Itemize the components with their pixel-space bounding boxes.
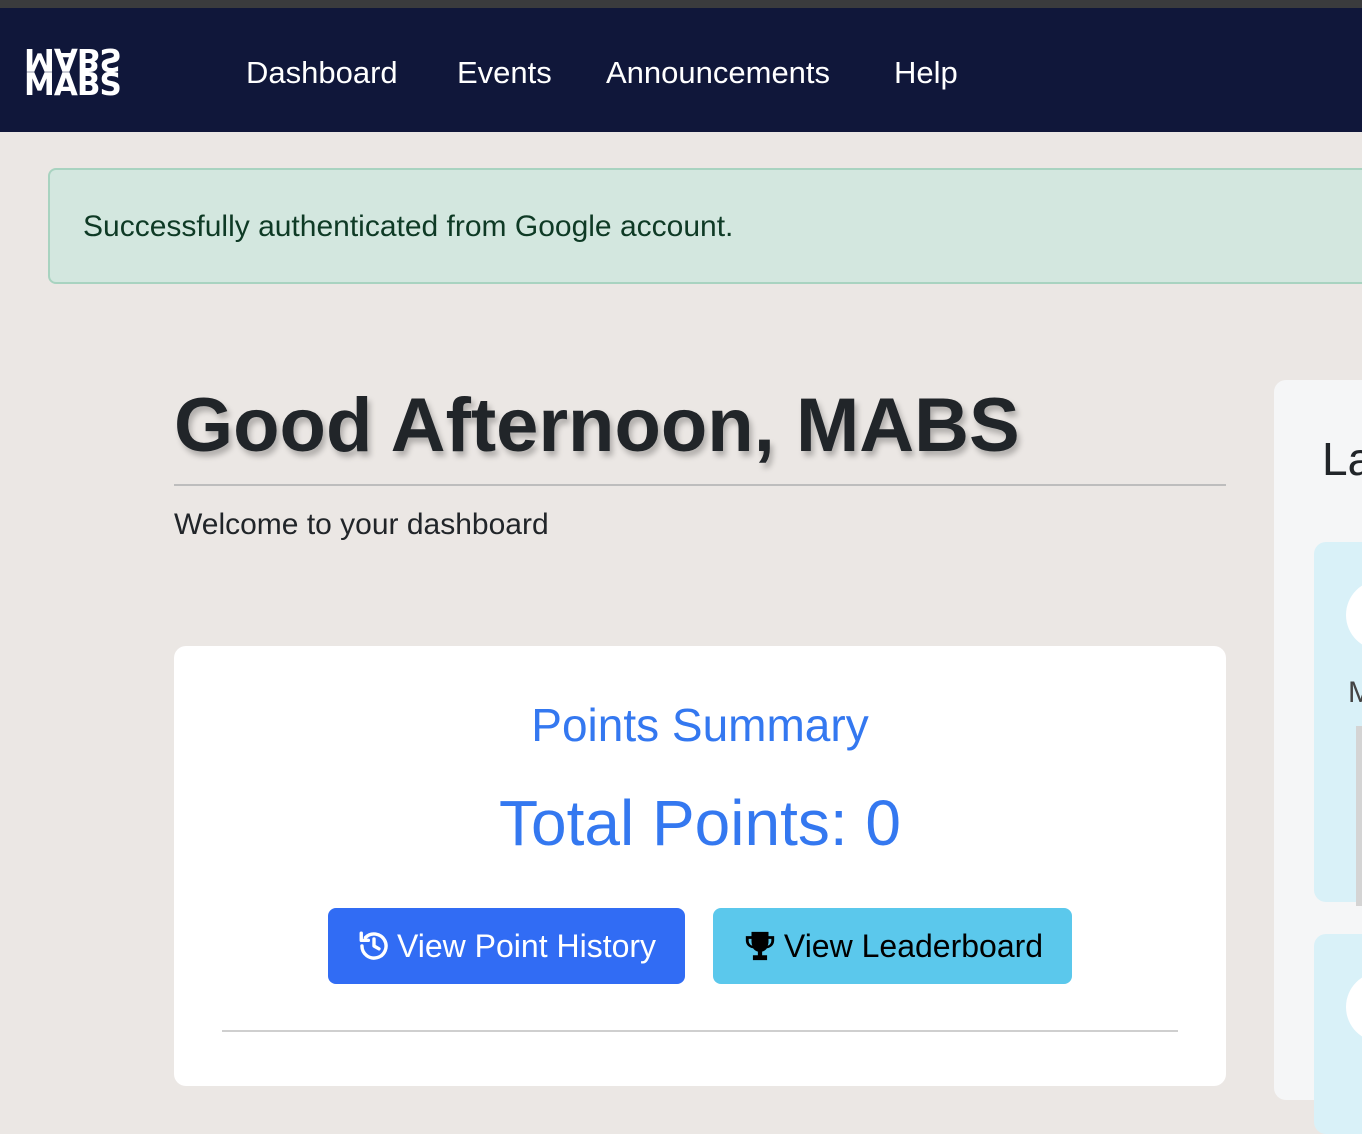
top-navbar: MABS MABS Dashboard Events Announcements… [0,8,1362,132]
welcome-subtitle: Welcome to your dashboard [174,508,549,541]
logo-mirrored-text: MABS [24,41,121,77]
success-alert: Successfully authenticated from Google a… [48,168,1362,284]
trophy-icon [745,931,775,961]
view-leaderboard-button[interactable]: View Leaderboard [713,908,1072,984]
alert-message: Successfully authenticated from Google a… [83,210,734,243]
nav-events[interactable]: Events [457,55,552,91]
side-panel-item[interactable]: M [1314,542,1362,906]
avatar [1346,580,1362,650]
side-item-letter: M [1348,676,1362,709]
card-divider [222,1030,1178,1032]
greeting-divider [174,484,1226,486]
history-button-label: View Point History [396,927,657,964]
view-point-history-button[interactable]: View Point History [328,908,685,984]
total-points: Total Points: 0 [499,787,901,859]
side-panel-title: La [1322,433,1362,485]
avatar [1346,972,1362,1042]
leaderboard-button-label: View Leaderboard [783,927,1044,964]
mabs-logo[interactable]: MABS MABS [24,41,200,102]
nav-help[interactable]: Help [894,55,958,91]
nav-announcements[interactable]: Announcements [606,55,830,91]
window-top-strip [0,0,1362,8]
points-summary-card: Points Summary Total Points: 0 View Poin… [174,646,1226,1086]
nav-dashboard[interactable]: Dashboard [246,55,398,91]
history-icon [359,931,388,960]
side-panel-card: La M [1274,380,1362,1134]
side-panel-item[interactable] [1314,934,1362,1134]
points-summary-title: Points Summary [531,699,869,751]
greeting-title: Good Afternoon, MABS [174,383,1020,468]
side-item-bar [1356,726,1362,906]
